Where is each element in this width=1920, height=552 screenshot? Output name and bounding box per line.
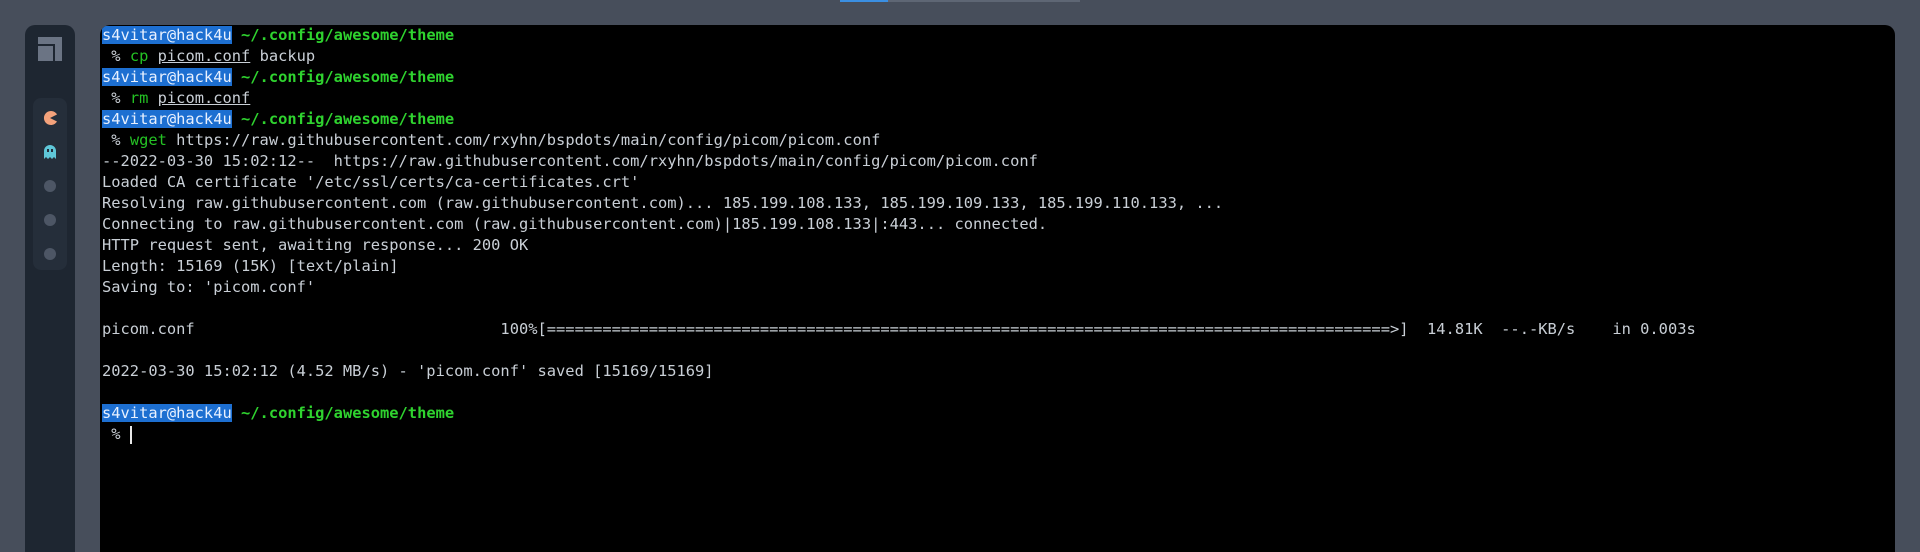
output-line: Resolving raw.githubusercontent.com (raw… xyxy=(102,194,1224,212)
prompt-line: s4vitar@hack4u ~/.config/awesome/theme xyxy=(102,109,1892,130)
terminal-window[interactable]: s4vitar@hack4u ~/.config/awesome/theme %… xyxy=(100,25,1895,552)
workspace-dot xyxy=(44,214,56,226)
prompt-user: s4vitar@hack4u xyxy=(102,404,232,422)
output-line: Loaded CA certificate '/etc/ssl/certs/ca… xyxy=(102,173,640,191)
prompt-user: s4vitar@hack4u xyxy=(102,110,232,128)
progress-line: picom.conf 100%[========================… xyxy=(102,320,1696,338)
connecting-ip: 185.199.108.133 xyxy=(732,215,872,233)
prompt-symbol: % xyxy=(102,47,130,65)
pacman-icon xyxy=(43,111,57,125)
connecting-text: Connecting to raw.githubusercontent.com … xyxy=(102,215,733,233)
workspace-item-4[interactable] xyxy=(42,212,58,228)
command-argument: picom.conf xyxy=(157,47,251,65)
workspace-dot xyxy=(44,248,56,260)
command-name: rm xyxy=(129,89,149,107)
workspace-dot xyxy=(44,180,56,192)
sidebar xyxy=(25,25,75,552)
workspace-item-1[interactable] xyxy=(42,110,58,126)
workspace-item-2[interactable] xyxy=(42,144,58,160)
prompt-user: s4vitar@hack4u xyxy=(102,68,232,86)
prompt-line: s4vitar@hack4u ~/.config/awesome/theme xyxy=(102,403,1892,424)
connecting-text: |:443... connected. xyxy=(871,215,1048,233)
prompt-path: ~/.config/awesome/theme xyxy=(241,26,455,44)
prompt-line: s4vitar@hack4u ~/.config/awesome/theme xyxy=(102,25,1892,46)
prompt-symbol: % xyxy=(102,131,130,149)
output-line: HTTP request sent, awaiting response... … xyxy=(102,236,529,254)
command-name: wget xyxy=(129,131,167,149)
command-line: % cp picom.conf backup xyxy=(102,46,1892,67)
prompt-symbol: % xyxy=(102,89,130,107)
output-line: Saving to: 'picom.conf' xyxy=(102,278,316,296)
prompt-path: ~/.config/awesome/theme xyxy=(241,68,455,86)
text-cursor xyxy=(129,425,132,444)
prompt-path: ~/.config/awesome/theme xyxy=(241,110,455,128)
workspace-indicator-bar xyxy=(840,0,1080,2)
prompt-path: ~/.config/awesome/theme xyxy=(241,404,455,422)
prompt-symbol: % xyxy=(102,425,130,443)
prompt-line: s4vitar@hack4u ~/.config/awesome/theme xyxy=(102,67,1892,88)
command-name: cp xyxy=(129,47,149,65)
command-line: % wget https://raw.githubusercontent.com… xyxy=(102,130,1892,151)
active-workspace-indicator xyxy=(840,0,888,2)
command-line: % rm picom.conf xyxy=(102,88,1892,109)
command-line[interactable]: % xyxy=(102,424,1892,445)
output-line: Connecting to raw.githubusercontent.com … xyxy=(102,214,1892,235)
terminal-output: s4vitar@hack4u ~/.config/awesome/theme %… xyxy=(102,25,1892,445)
ghost-icon xyxy=(44,145,56,159)
command-argument: https://raw.githubusercontent.com/rxyhn/… xyxy=(166,131,881,149)
prompt-user: s4vitar@hack4u xyxy=(102,26,232,44)
output-line: Length: 15169 (15K) [text/plain] xyxy=(102,257,399,275)
output-line: --2022-03-30 15:02:12-- https://raw.gith… xyxy=(102,152,1038,170)
workspace-item-5[interactable] xyxy=(42,246,58,262)
command-argument: picom.conf xyxy=(157,89,251,107)
output-line: 2022-03-30 15:02:12 (4.52 MB/s) - 'picom… xyxy=(102,362,714,380)
workspace-item-3[interactable] xyxy=(42,178,58,194)
command-argument: backup xyxy=(250,47,316,65)
awesome-logo-icon[interactable] xyxy=(38,37,62,61)
